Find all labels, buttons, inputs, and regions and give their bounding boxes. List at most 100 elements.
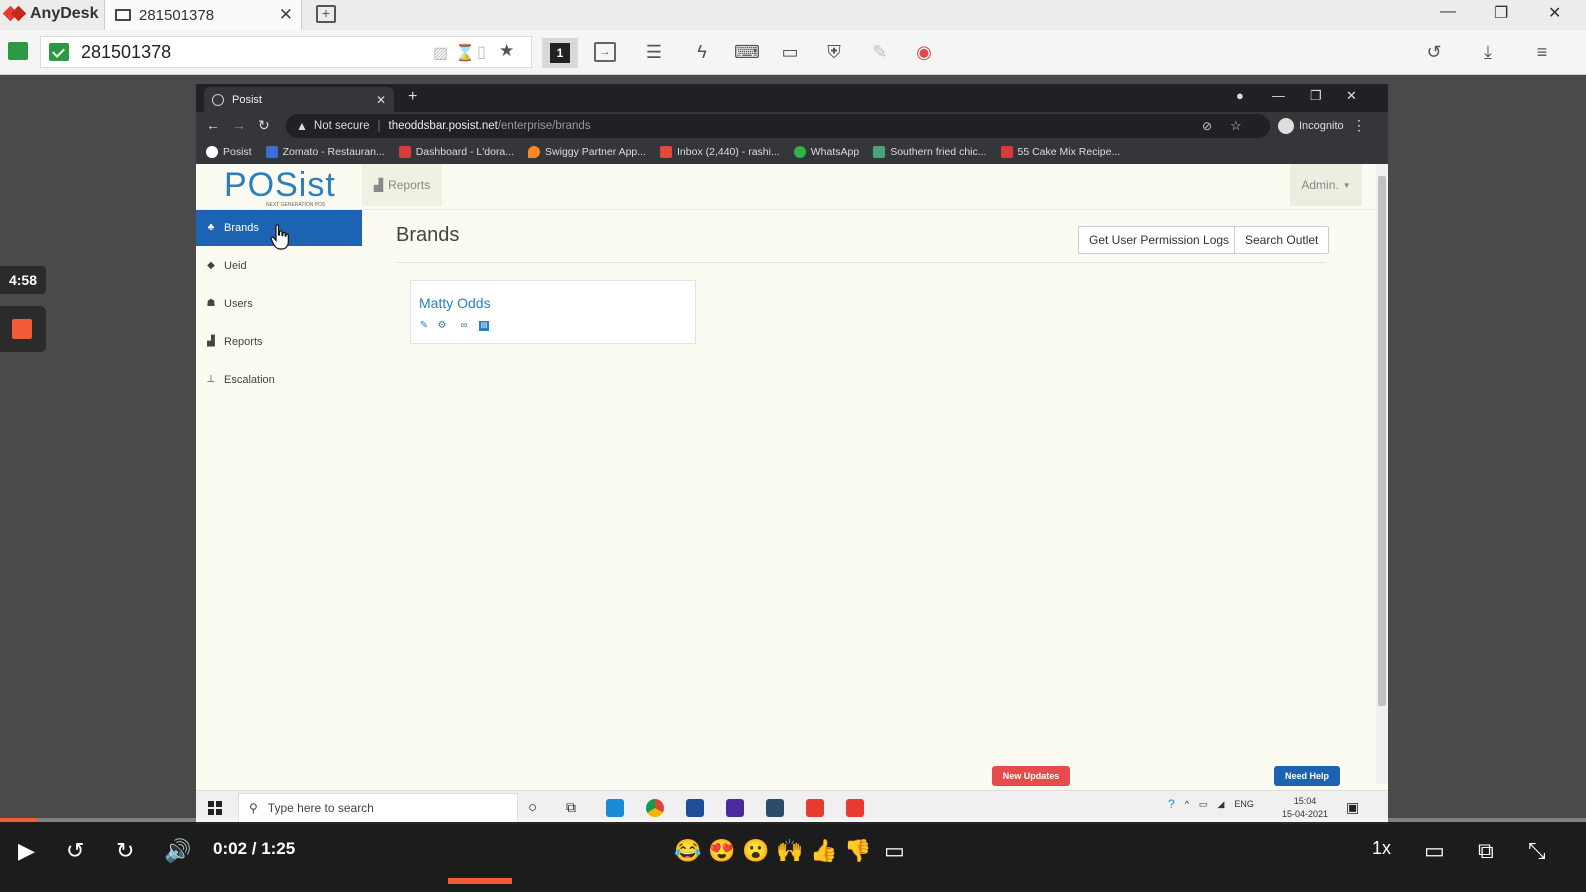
window-close-icon[interactable]: ✕ [1548, 3, 1561, 23]
browser-tab-posist[interactable]: Posist ✕ [204, 87, 394, 112]
bookmark-star-icon[interactable]: ☆ [1230, 118, 1242, 134]
eye-off-icon[interactable]: ⊘ [1202, 119, 1212, 133]
help-icon[interactable]: ? [1168, 797, 1175, 811]
reaction-laugh-icon[interactable]: 😂 [674, 838, 701, 864]
exit-fullscreen-icon[interactable]: ⤡ [1528, 838, 1546, 864]
close-tab-icon[interactable]: ✕ [279, 5, 293, 25]
chevron-up-icon[interactable]: ^ [1185, 799, 1189, 809]
sidebar-item-ueid[interactable]: ◆ Ueid [196, 248, 362, 284]
download-icon[interactable]: ⤓ [1476, 40, 1500, 64]
edit-icon[interactable]: ✎ [419, 321, 429, 331]
taskbar-app-icon[interactable] [606, 799, 624, 817]
sidebar-item-label: Reports [224, 336, 263, 348]
actions-lightning-icon[interactable]: ϟ [690, 40, 714, 64]
connection-status-icon [8, 42, 28, 60]
back-icon[interactable]: ← [206, 117, 220, 133]
language-indicator[interactable]: ENG [1234, 799, 1254, 809]
play-icon[interactable]: ▶ [18, 838, 35, 864]
anydesk-logo: AnyDesk [2, 4, 98, 24]
bookmark-item[interactable]: Southern fried chic... [873, 146, 987, 158]
new-updates-button[interactable]: New Updates [992, 766, 1070, 786]
reload-icon[interactable]: ↻ [258, 117, 270, 134]
anydesk-taskbar-icon[interactable] [806, 799, 824, 817]
sidebar-item-users[interactable]: ☗ Users [196, 286, 362, 322]
comment-icon[interactable]: ▭ [884, 838, 905, 864]
taskbar-app-icon[interactable] [726, 799, 744, 817]
anydesk-session-tab[interactable]: 281501378 ✕ [104, 0, 302, 30]
sidebar: ♣ Brands ◆ Ueid ☗ Users ▟ Reports ⊥ Esca… [196, 210, 362, 784]
forward-5-icon[interactable]: ↻ [116, 838, 134, 864]
picture-in-picture-icon[interactable]: ⧉ [1478, 838, 1494, 864]
remote-address-field[interactable]: 281501378 ▨ ⌛ ▯ ★ [40, 36, 532, 68]
get-user-permission-logs-button[interactable]: Get User Permission Logs [1078, 226, 1241, 254]
file-transfer-icon[interactable]: → [594, 42, 616, 62]
gear-icon[interactable]: ⚙ [437, 321, 447, 331]
anydesk-toolbar: 281501378 ▨ ⌛ ▯ ★ 1 → ☰ ϟ ⌨ ▭ ⛨ ✎ ◉ ↺ ⤓ … [0, 30, 1586, 75]
notifications-icon[interactable]: ▣ [1346, 799, 1359, 816]
archive-icon[interactable]: ▤ [479, 321, 489, 331]
window-close-icon[interactable]: ✕ [1346, 88, 1357, 104]
page-scrollbar[interactable] [1376, 164, 1388, 784]
admin-dropdown[interactable]: Admin. ▼ [1290, 164, 1362, 206]
reaction-celebrate-icon[interactable]: 🙌 [776, 838, 803, 864]
new-tab-icon[interactable]: + [408, 88, 417, 106]
anydesk-taskbar-icon[interactable] [846, 799, 864, 817]
bookmark-item[interactable]: Dashboard - L'dora... [398, 146, 514, 158]
chat-icon[interactable]: ☰ [642, 40, 666, 64]
profile-circle-icon[interactable]: ● [1236, 88, 1244, 103]
rewind-5-icon[interactable]: ↺ [66, 838, 84, 864]
monitor-select-button[interactable]: 1 [542, 38, 578, 68]
bookmark-item[interactable]: Swiggy Partner App... [528, 146, 646, 158]
reaction-thumbs-up-icon[interactable]: 👍 [810, 838, 837, 864]
display-icon[interactable]: ▭ [778, 40, 802, 64]
reaction-wow-icon[interactable]: 😮 [742, 838, 769, 864]
forward-icon[interactable]: → [232, 117, 246, 133]
bookmark-item[interactable]: WhatsApp [793, 146, 859, 158]
restore-icon[interactable]: ❐ [1310, 88, 1322, 104]
wifi-icon[interactable]: ◢ [1217, 799, 1224, 810]
need-help-button[interactable]: Need Help [1274, 766, 1340, 786]
bookmark-item[interactable]: 55 Cake Mix Recipe... [1000, 146, 1120, 158]
history-icon[interactable]: ↺ [1422, 40, 1446, 64]
stop-recording-button[interactable] [0, 306, 46, 352]
bookmark-item[interactable]: Inbox (2,440) - rashi... [660, 146, 780, 158]
screen-verified-icon [49, 43, 69, 61]
favorite-star-icon[interactable]: ★ [499, 41, 514, 61]
windows-start-icon[interactable] [208, 801, 222, 815]
sidebar-item-reports[interactable]: ▟ Reports [196, 324, 362, 360]
header-reports-link[interactable]: ▟ Reports [362, 164, 442, 206]
reaction-thumbs-down-icon[interactable]: 👎 [844, 838, 871, 864]
minimize-icon[interactable]: — [1272, 88, 1285, 103]
cortana-icon[interactable]: ○ [528, 799, 537, 816]
reaction-love-icon[interactable]: 😍 [708, 838, 735, 864]
task-view-icon[interactable]: ⧉ [566, 799, 576, 816]
taskbar-active-indicator [448, 878, 512, 884]
whiteboard-pen-icon[interactable]: ✎ [868, 40, 892, 64]
link-icon[interactable]: ∞ [459, 321, 469, 331]
address-bar[interactable]: ▲ Not secure | theoddsbar.posist.net /en… [286, 114, 1270, 138]
keyboard-icon[interactable]: ⌨ [734, 40, 760, 64]
taskbar-app-icon[interactable] [766, 799, 784, 817]
volume-icon[interactable]: 🔊 [164, 838, 191, 864]
incognito-badge[interactable]: Incognito [1278, 118, 1344, 134]
sidebar-item-escalation[interactable]: ⊥ Escalation [196, 362, 362, 398]
brand-name-link[interactable]: Matty Odds [419, 295, 491, 311]
scrollbar-thumb[interactable] [1378, 176, 1386, 706]
bookmark-item[interactable]: Zomato - Restauran... [265, 146, 385, 158]
new-tab-icon[interactable]: + [316, 5, 336, 23]
restore-icon[interactable]: ❐ [1494, 3, 1508, 23]
chrome-icon[interactable] [646, 799, 664, 817]
browser-menu-icon[interactable]: ⋮ [1352, 117, 1366, 134]
close-tab-icon[interactable]: ✕ [376, 93, 386, 107]
theater-mode-icon[interactable]: ▭ [1424, 838, 1445, 864]
menu-icon[interactable]: ≡ [1530, 40, 1554, 64]
search-outlet-button[interactable]: Search Outlet [1234, 226, 1330, 254]
bookmark-item[interactable]: Posist [206, 146, 252, 158]
taskbar-app-icon[interactable] [686, 799, 704, 817]
posist-logo[interactable]: POSist NEXT GENERATION POS [224, 166, 336, 208]
permissions-shield-icon[interactable]: ⛨ [822, 40, 846, 64]
playback-speed[interactable]: 1x [1372, 838, 1391, 859]
bookmark-favicon-icon [398, 146, 411, 158]
record-session-icon[interactable]: ◉ [912, 40, 936, 64]
minimize-icon[interactable]: — [1440, 3, 1456, 21]
